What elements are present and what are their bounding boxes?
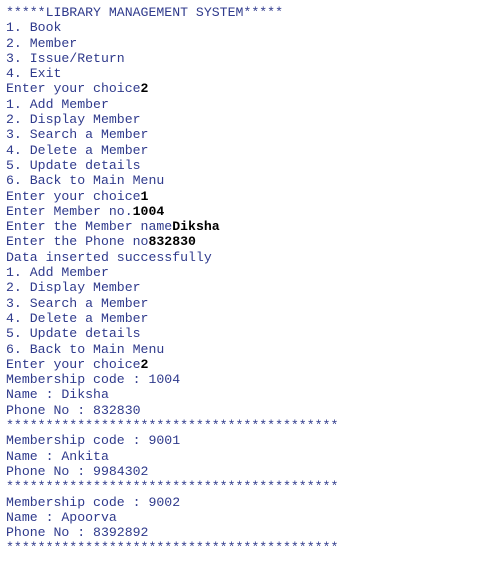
program-output-text: 4. Delete a Member — [6, 142, 149, 158]
program-output-text: 1. Add Member — [6, 96, 109, 112]
program-output-text: Membership code : 9002 — [6, 494, 181, 510]
program-output-text: ****************************************… — [6, 418, 339, 434]
program-output-text: 6. Back to Main Menu — [6, 173, 165, 189]
program-output-text: 6. Back to Main Menu — [6, 341, 165, 357]
console-line: 4. Delete a Member — [6, 311, 476, 326]
user-input-text: 2 — [140, 81, 149, 97]
console-line: 6. Back to Main Menu — [6, 173, 476, 188]
program-output-text: 2. Member — [6, 35, 78, 51]
user-input-text: 1004 — [132, 203, 165, 219]
program-output-text: 1. Book — [6, 20, 62, 36]
console-line: Phone No : 832830 — [6, 403, 476, 418]
console-line: Membership code : 9002 — [6, 495, 476, 510]
program-output-text: Membership code : 1004 — [6, 372, 181, 388]
user-input-text: 2 — [140, 356, 149, 372]
console-line: Enter your choice1 — [6, 189, 476, 204]
console-line: ****************************************… — [6, 540, 476, 555]
program-output-text: Phone No : 8392892 — [6, 525, 149, 541]
program-output-text: 3. Issue/Return — [6, 50, 125, 66]
program-output-text: Data inserted successfully — [6, 249, 212, 265]
console-line: Phone No : 8392892 — [6, 525, 476, 540]
console-line: Name : Apoorva — [6, 510, 476, 525]
program-output-text: 3. Search a Member — [6, 295, 149, 311]
program-output-text: Phone No : 832830 — [6, 402, 141, 418]
program-output-text: 2. Display Member — [6, 112, 141, 128]
program-output-text: Name : Apoorva — [6, 509, 117, 525]
console-line: 6. Back to Main Menu — [6, 342, 476, 357]
user-input-text: 832830 — [148, 234, 196, 250]
console-line: ****************************************… — [6, 418, 476, 433]
program-output-text: Name : Diksha — [6, 387, 109, 403]
program-output-text: ****************************************… — [6, 479, 339, 495]
program-output-text: Membership code : 9001 — [6, 433, 181, 449]
console-line: Name : Diksha — [6, 387, 476, 402]
program-output-text: Enter Member no. — [6, 203, 133, 219]
console-line: 1. Add Member — [6, 265, 476, 280]
console-line: Data inserted successfully — [6, 250, 476, 265]
program-output-text: ****************************************… — [6, 540, 339, 556]
program-output-text: Enter the Member name — [6, 219, 173, 235]
user-input-text: Diksha — [172, 219, 220, 235]
console-line: 3. Issue/Return — [6, 51, 476, 66]
program-output-text: Enter your choice — [6, 81, 141, 97]
console-line: 3. Search a Member — [6, 127, 476, 142]
console-line: Membership code : 1004 — [6, 372, 476, 387]
console-line: Enter the Member nameDiksha — [6, 219, 476, 234]
program-output-text: Enter your choice — [6, 188, 141, 204]
program-output-text: 5. Update details — [6, 326, 141, 342]
console-line: 5. Update details — [6, 158, 476, 173]
console-line: Enter Member no.1004 — [6, 204, 476, 219]
console-line: Enter your choice2 — [6, 357, 476, 372]
program-output-text: Name : Ankita — [6, 448, 109, 464]
console-line: 1. Add Member — [6, 97, 476, 112]
console-line: 2. Display Member — [6, 280, 476, 295]
console-line: 4. Delete a Member — [6, 143, 476, 158]
program-output-text: 1. Add Member — [6, 265, 109, 281]
user-input-text: 1 — [140, 188, 149, 204]
console-line: 2. Display Member — [6, 112, 476, 127]
program-output-text: 4. Delete a Member — [6, 310, 149, 326]
console-line: 1. Book — [6, 20, 476, 35]
program-output-text: *****LIBRARY MANAGEMENT SYSTEM***** — [6, 5, 283, 20]
program-output-text: Enter the Phone no — [6, 234, 149, 250]
program-output-text: 2. Display Member — [6, 280, 141, 296]
console-line: *****LIBRARY MANAGEMENT SYSTEM***** — [6, 5, 476, 20]
console-line: 4. Exit — [6, 66, 476, 81]
program-output-text: Phone No : 9984302 — [6, 463, 149, 479]
program-output-text: 4. Exit — [6, 66, 62, 82]
console-line: Membership code : 9001 — [6, 433, 476, 448]
program-output-text: 5. Update details — [6, 157, 141, 173]
console-line: Enter the Phone no832830 — [6, 234, 476, 249]
console-line: Phone No : 9984302 — [6, 464, 476, 479]
console-line: 2. Member — [6, 36, 476, 51]
program-output-text: Enter your choice — [6, 356, 141, 372]
program-output-text: 3. Search a Member — [6, 127, 149, 143]
console-output: *****LIBRARY MANAGEMENT SYSTEM***** 1. Bo… — [6, 5, 476, 556]
console-line: 3. Search a Member — [6, 296, 476, 311]
console-line: Name : Ankita — [6, 449, 476, 464]
console-line: ****************************************… — [6, 479, 476, 494]
console-line: 5. Update details — [6, 326, 476, 341]
console-line: Enter your choice2 — [6, 81, 476, 96]
